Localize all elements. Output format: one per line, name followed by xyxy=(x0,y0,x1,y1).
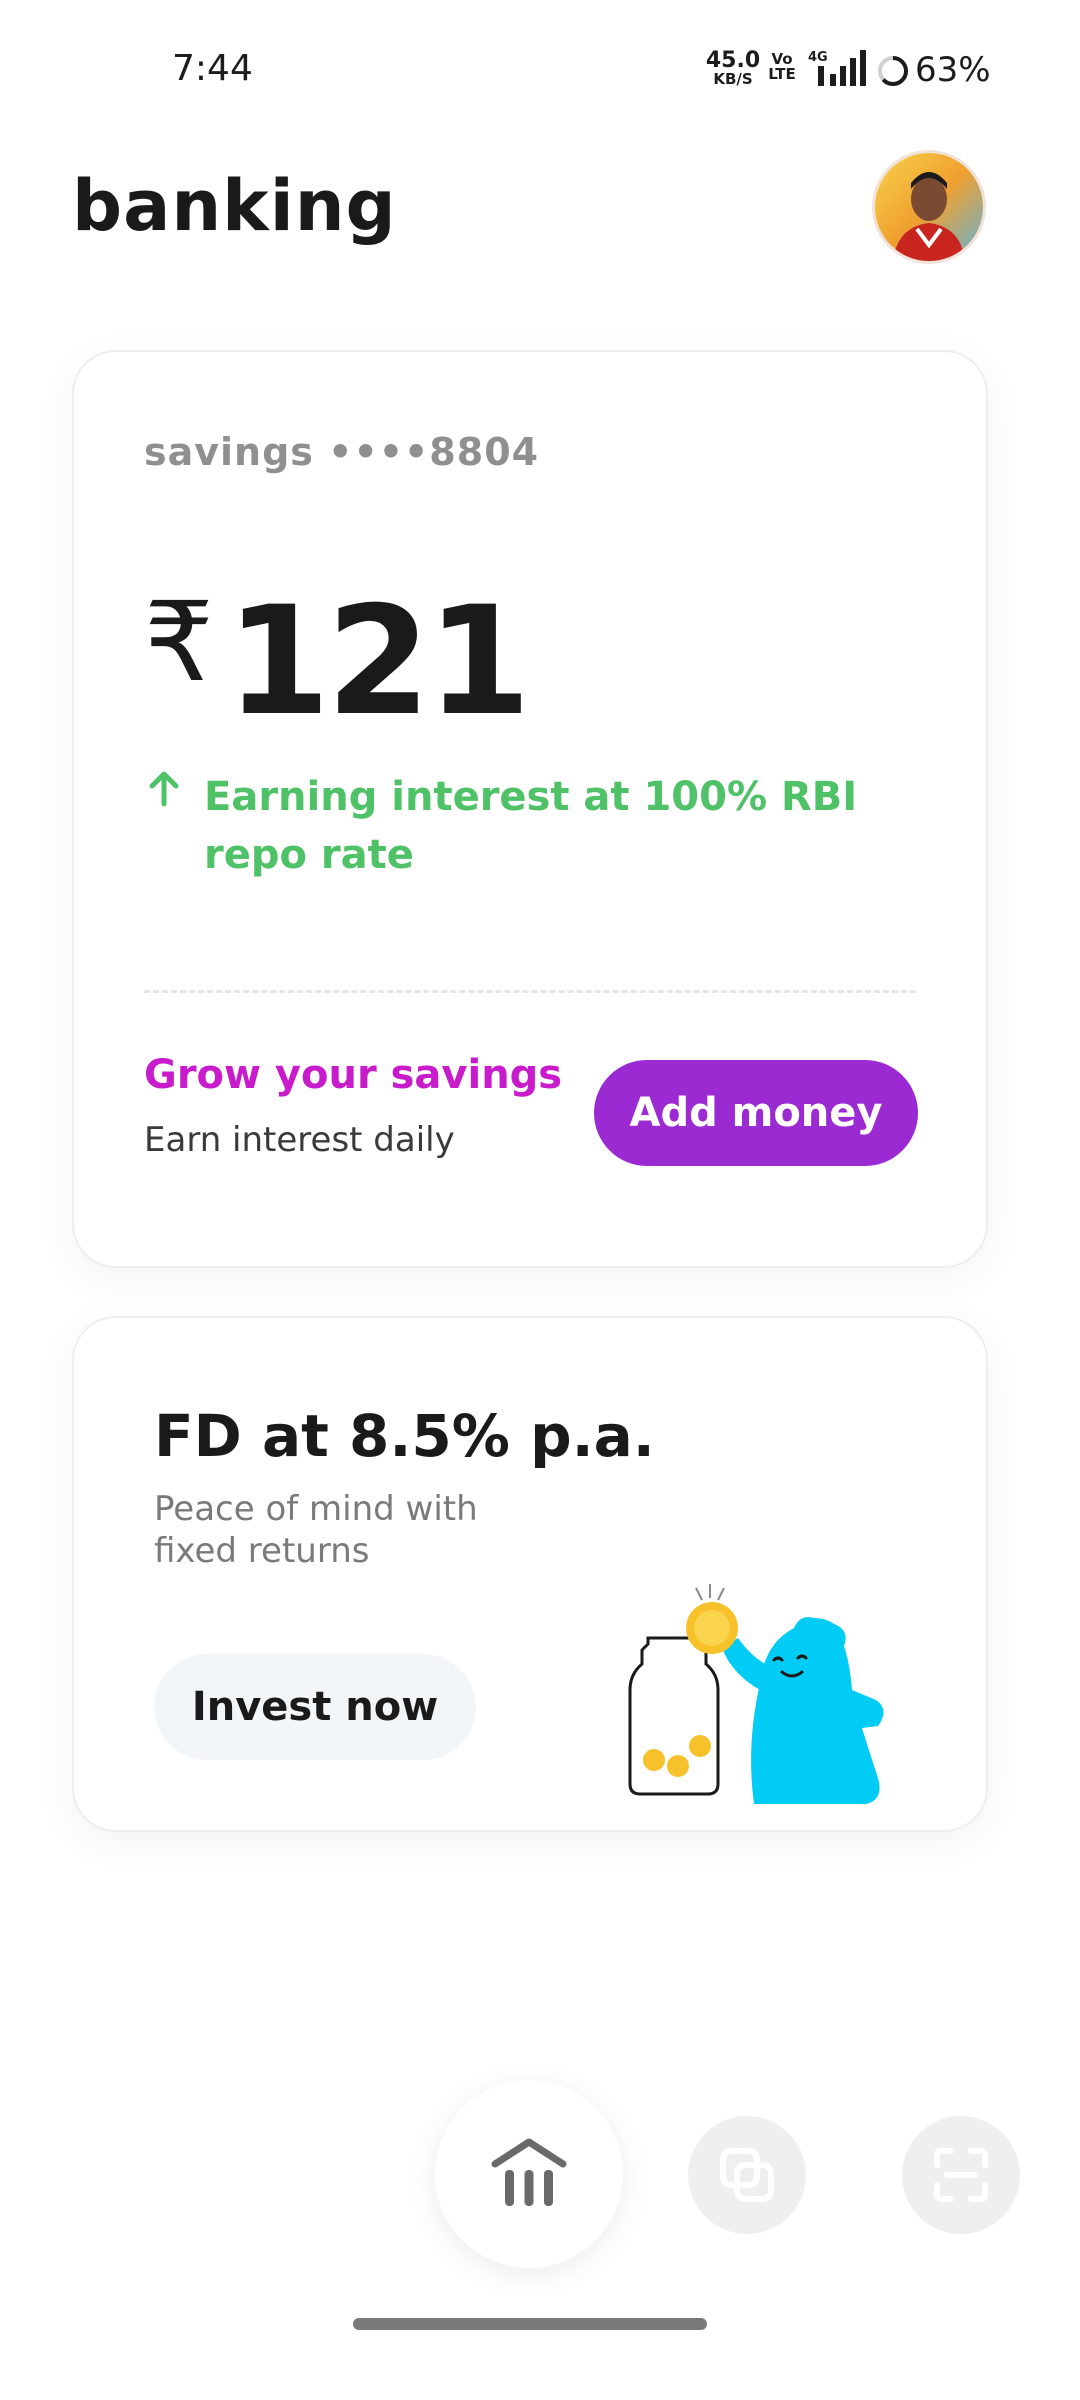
home-indicator[interactable] xyxy=(353,2318,707,2330)
net-speed: 45.0 KB/S xyxy=(705,50,761,87)
volte-indicator: Vo LTE xyxy=(768,52,796,82)
nav-home-button[interactable] xyxy=(435,2080,623,2268)
avatar-photo-icon xyxy=(875,153,983,261)
network-type-label: 4G xyxy=(808,50,828,65)
grow-savings-subtitle: Earn interest daily xyxy=(144,1120,455,1160)
mascot-jar-illustration xyxy=(628,1584,884,1804)
status-bar: 7:44 45.0 KB/S Vo LTE 4G 63% xyxy=(0,0,1080,140)
arrow-up-icon xyxy=(149,771,179,807)
currency-symbol: ₹ xyxy=(144,578,214,706)
fd-card[interactable]: FD at 8.5% p.a. Peace of mind with fixed… xyxy=(72,1316,988,1832)
profile-avatar[interactable] xyxy=(872,150,986,264)
savings-card[interactable]: savings ••••8804 ₹ 121 Earning interest … xyxy=(72,350,988,1268)
fd-subtitle: Peace of mind with fixed returns xyxy=(154,1489,478,1571)
scan-icon xyxy=(934,2148,988,2202)
battery-icon xyxy=(878,56,908,86)
nav-scan-button[interactable] xyxy=(902,2116,1020,2234)
grow-savings-title: Grow your savings xyxy=(144,1052,563,1098)
fd-title: FD at 8.5% p.a. xyxy=(154,1402,655,1470)
status-time: 7:44 xyxy=(172,48,253,89)
volte-bottom: LTE xyxy=(768,65,796,83)
invest-now-button[interactable]: Invest now xyxy=(154,1654,476,1760)
balance-amount: 121 xyxy=(226,575,531,749)
page-title: banking xyxy=(72,165,397,247)
nav-cards-button[interactable] xyxy=(688,2116,806,2234)
net-speed-value: 45.0 xyxy=(705,48,761,73)
divider xyxy=(144,990,916,993)
add-money-button[interactable]: Add money xyxy=(594,1060,918,1166)
net-speed-unit: KB/S xyxy=(713,70,753,88)
battery-percent: 63% xyxy=(915,50,991,90)
signal-4g-icon: 4G xyxy=(808,50,866,86)
cards-icon xyxy=(720,2148,774,2202)
account-label: savings ••••8804 xyxy=(144,430,540,474)
interest-text: Earning interest at 100% RBI repo rate xyxy=(204,774,858,878)
bank-icon xyxy=(491,2138,567,2206)
